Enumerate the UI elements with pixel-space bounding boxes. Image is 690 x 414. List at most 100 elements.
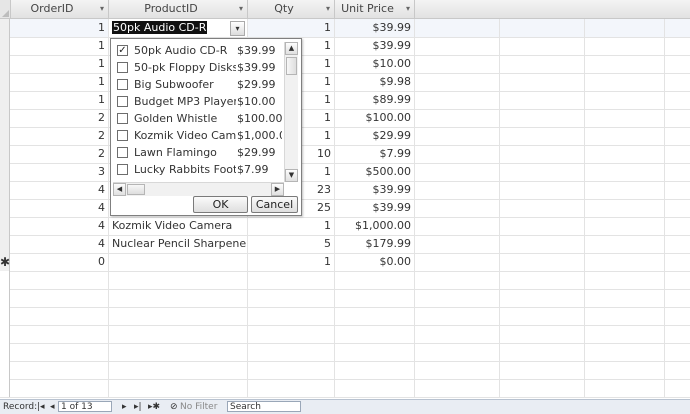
checkbox[interactable] bbox=[117, 79, 128, 90]
row-selector[interactable] bbox=[0, 19, 10, 37]
orderid-cell[interactable]: 3 bbox=[10, 163, 109, 181]
unit-price-cell[interactable]: $179.99 bbox=[335, 235, 415, 253]
unit-price-cell[interactable]: $39.99 bbox=[335, 199, 415, 217]
new-record-marker-icon[interactable]: ✱ bbox=[0, 253, 10, 271]
row-selector[interactable] bbox=[0, 73, 10, 91]
checkbox[interactable] bbox=[117, 147, 128, 158]
productid-cell[interactable] bbox=[109, 253, 248, 271]
search-field[interactable]: Search bbox=[227, 401, 301, 412]
table-row[interactable]: 4 25 $39.99 bbox=[0, 199, 690, 218]
row-selector[interactable] bbox=[0, 91, 10, 109]
table-row[interactable]: 2 1 $100.00 bbox=[0, 109, 690, 128]
next-record-icon[interactable]: ▸ bbox=[122, 400, 127, 414]
table-row[interactable]: 4 Kozmik Video Camera 1 $1,000.00 bbox=[0, 217, 690, 236]
productid-cell[interactable]: Kozmik Video Camera bbox=[109, 217, 248, 235]
dropdown-vertical-scrollbar[interactable]: ▲ ▼ bbox=[284, 42, 298, 182]
first-record-icon[interactable]: |◂ bbox=[37, 400, 45, 414]
unit-price-cell[interactable]: $89.99 bbox=[335, 91, 415, 109]
row-selector[interactable] bbox=[0, 199, 10, 217]
new-record-icon[interactable]: ▸✱ bbox=[148, 400, 160, 414]
header-qty[interactable]: Qty ▾ bbox=[248, 0, 335, 18]
header-orderid[interactable]: OrderID ▾ bbox=[10, 0, 109, 18]
scroll-left-icon[interactable]: ◀ bbox=[113, 183, 126, 196]
table-row[interactable]: 1 1 $10.00 bbox=[0, 55, 690, 74]
unit-price-cell[interactable]: $9.98 bbox=[335, 73, 415, 91]
checkbox[interactable] bbox=[117, 130, 128, 141]
unit-price-cell[interactable]: $500.00 bbox=[335, 163, 415, 181]
orderid-cell[interactable]: 4 bbox=[10, 181, 109, 199]
header-unit-price[interactable]: Unit Price ▾ bbox=[335, 0, 415, 18]
last-record-icon[interactable]: ▸| bbox=[134, 400, 142, 414]
table-row[interactable]: 1 1 $9.98 bbox=[0, 73, 690, 92]
unit-price-cell[interactable]: $39.99 bbox=[335, 181, 415, 199]
orderid-cell[interactable]: 1 bbox=[10, 91, 109, 109]
table-row[interactable]: 4 23 $39.99 bbox=[0, 181, 690, 200]
orderid-cell[interactable]: 4 bbox=[10, 235, 109, 253]
unit-price-cell[interactable]: $0.00 bbox=[335, 253, 415, 271]
orderid-cell[interactable]: 2 bbox=[10, 145, 109, 163]
product-dropdown-list[interactable]: ✓ 50pk Audio CD-R $39.99 50-pk Floppy Disks… bbox=[110, 38, 302, 216]
row-selector[interactable] bbox=[0, 127, 10, 145]
dropdown-list-item[interactable]: Kozmik Video Cam$1,000.00 bbox=[113, 127, 282, 144]
productid-cell[interactable]: 50pk Audio CD-R ▾ bbox=[109, 19, 248, 37]
table-row[interactable]: 2 1 $29.99 bbox=[0, 127, 690, 146]
row-selector[interactable] bbox=[0, 235, 10, 253]
sort-arrow-icon[interactable]: ▾ bbox=[100, 0, 104, 18]
table-row[interactable]: 1 1 $39.99 bbox=[0, 37, 690, 56]
row-selector[interactable] bbox=[0, 163, 10, 181]
unit-price-cell[interactable]: $29.99 bbox=[335, 127, 415, 145]
row-selector[interactable] bbox=[0, 37, 10, 55]
sort-arrow-icon[interactable]: ▾ bbox=[406, 0, 410, 18]
no-filter-button[interactable]: No Filter bbox=[180, 400, 217, 414]
unit-price-cell[interactable]: $7.99 bbox=[335, 145, 415, 163]
header-productid[interactable]: ProductID ▾ bbox=[109, 0, 248, 18]
sort-arrow-icon[interactable]: ▾ bbox=[326, 0, 330, 18]
table-row[interactable]: 1 1 $89.99 bbox=[0, 91, 690, 110]
row-selector[interactable] bbox=[0, 217, 10, 235]
productid-combo-value[interactable]: 50pk Audio CD-R bbox=[112, 21, 208, 34]
orderid-cell[interactable]: 4 bbox=[10, 217, 109, 235]
scroll-down-icon[interactable]: ▼ bbox=[285, 169, 298, 182]
sort-arrow-icon[interactable]: ▾ bbox=[239, 0, 243, 18]
prev-record-icon[interactable]: ◂ bbox=[50, 400, 55, 414]
table-row[interactable]: 4 Nuclear Pencil Sharpener 5 $179.99 bbox=[0, 235, 690, 254]
checkbox[interactable] bbox=[117, 62, 128, 73]
table-row[interactable]: 3 1 $500.00 bbox=[0, 163, 690, 182]
unit-price-cell[interactable]: $39.99 bbox=[335, 37, 415, 55]
scroll-up-icon[interactable]: ▲ bbox=[285, 42, 298, 55]
orderid-cell[interactable]: 1 bbox=[10, 37, 109, 55]
checkbox[interactable] bbox=[117, 164, 128, 175]
productid-cell[interactable]: Nuclear Pencil Sharpener bbox=[109, 235, 248, 253]
checkbox[interactable] bbox=[117, 113, 128, 124]
new-record-row[interactable]: ✱ 0 1 $0.00 bbox=[0, 253, 690, 272]
checkbox[interactable] bbox=[117, 96, 128, 107]
orderid-cell[interactable]: 2 bbox=[10, 127, 109, 145]
dropdown-list-item[interactable]: 50-pk Floppy Disks $39.99 bbox=[113, 59, 282, 76]
dropdown-list-item[interactable]: Big Subwoofer $29.99 bbox=[113, 76, 282, 93]
qty-cell[interactable]: 1 bbox=[248, 253, 335, 271]
orderid-cell[interactable]: 1 bbox=[10, 73, 109, 91]
unit-price-cell[interactable]: $10.00 bbox=[335, 55, 415, 73]
orderid-cell[interactable]: 2 bbox=[10, 109, 109, 127]
unit-price-cell[interactable]: $39.99 bbox=[335, 19, 415, 37]
scroll-thumb[interactable] bbox=[286, 57, 297, 75]
scroll-right-icon[interactable]: ▶ bbox=[271, 183, 284, 196]
unit-price-cell[interactable]: $100.00 bbox=[335, 109, 415, 127]
orderid-cell[interactable]: 1 bbox=[10, 55, 109, 73]
table-row[interactable]: 1 50pk Audio CD-R ▾ 1 $39.99 bbox=[0, 19, 690, 38]
unit-price-cell[interactable]: $1,000.00 bbox=[335, 217, 415, 235]
scroll-thumb[interactable] bbox=[127, 184, 145, 195]
orderid-cell[interactable]: 1 bbox=[10, 19, 109, 37]
cancel-button[interactable]: Cancel bbox=[251, 196, 298, 213]
row-selector[interactable] bbox=[0, 55, 10, 73]
dropdown-list-item[interactable]: Lawn Flamingo $29.99 bbox=[113, 144, 282, 161]
orderid-cell[interactable]: 0 bbox=[10, 253, 109, 271]
table-row[interactable]: 2 10 $7.99 bbox=[0, 145, 690, 164]
qty-cell[interactable]: 1 bbox=[248, 217, 335, 235]
dropdown-list-item[interactable]: Budget MP3 Player $10.00 bbox=[113, 93, 282, 110]
row-selector[interactable] bbox=[0, 181, 10, 199]
dropdown-list-item[interactable]: Lucky Rabbits Foot $7.99 bbox=[113, 161, 282, 178]
checkbox-checked[interactable]: ✓ bbox=[117, 45, 128, 56]
dropdown-list-item[interactable]: Golden Whistle $100.00 bbox=[113, 110, 282, 127]
row-selector[interactable] bbox=[0, 145, 10, 163]
